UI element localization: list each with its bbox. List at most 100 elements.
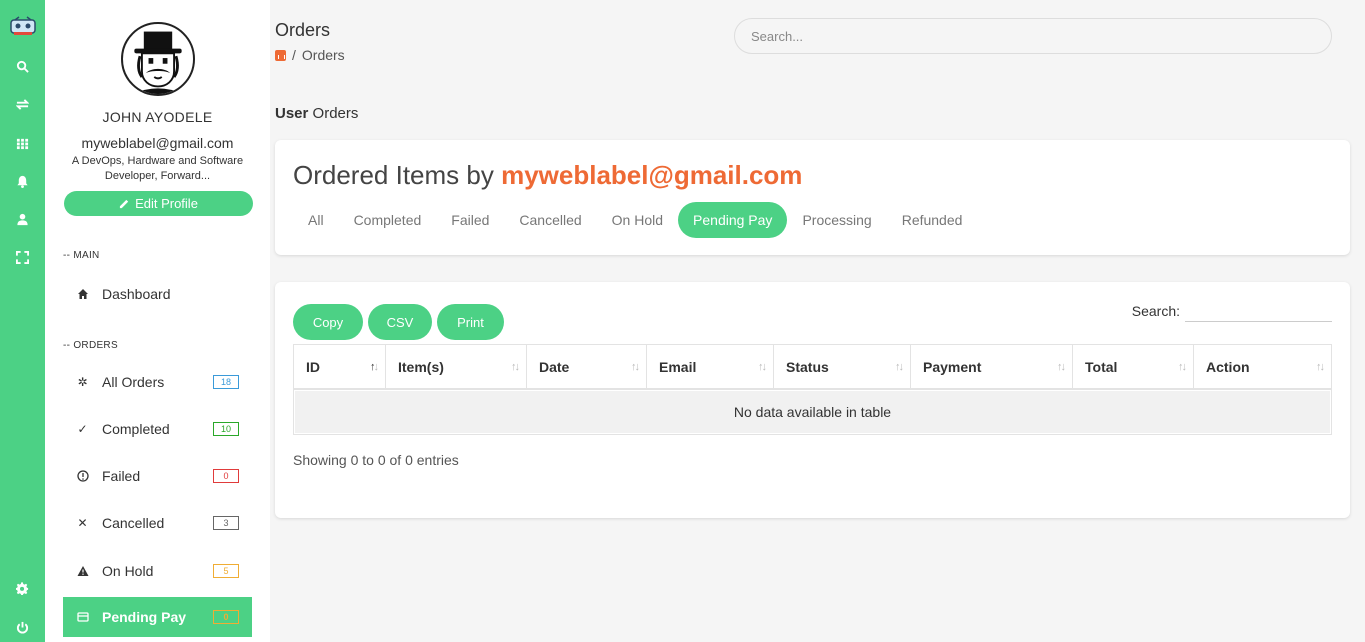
- column-header-status[interactable]: Status ↑↓: [774, 345, 911, 390]
- column-header-total[interactable]: Total ↑↓: [1073, 345, 1194, 390]
- sidebar-item-cancelled[interactable]: ✕ Cancelled 3: [63, 503, 252, 543]
- section-heading: User Orders: [275, 105, 358, 122]
- sidebar-item-label: Completed: [102, 421, 170, 437]
- print-button[interactable]: Print: [437, 304, 504, 340]
- card-icon: [63, 611, 102, 623]
- warning-icon: [63, 565, 102, 577]
- page-title: Orders: [275, 20, 331, 40]
- column-header-action[interactable]: Action ↑↓: [1194, 345, 1331, 390]
- sidebar-item-label: Failed: [102, 468, 141, 484]
- sidebar-item-label: All Orders: [102, 374, 165, 390]
- tab-failed[interactable]: Failed: [436, 202, 504, 238]
- edit-profile-button[interactable]: Edit Profile: [64, 191, 253, 216]
- column-header-payment[interactable]: Payment ↑↓: [911, 345, 1073, 390]
- sidebar-item-failed[interactable]: Failed 0: [63, 456, 252, 496]
- fullscreen-icon[interactable]: [0, 247, 45, 267]
- table-search-label: Search:: [1131, 303, 1180, 319]
- sidebar-item-pending-pay[interactable]: Pending Pay 0: [63, 597, 252, 637]
- sidebar-item-all-orders[interactable]: ✲ All Orders 18: [63, 362, 252, 402]
- section-heading-rest: Orders: [308, 105, 359, 122]
- table-search-input[interactable]: [1185, 300, 1332, 322]
- orders-table: ID ↑↓ Item(s) ↑↓ Date ↑↓ Email ↑↓ Status ↑↓ P…: [293, 344, 1332, 435]
- sort-icon: ↑↓: [1316, 361, 1325, 373]
- alert-circle-icon: [63, 470, 102, 482]
- breadcrumb-current: Orders: [301, 47, 345, 63]
- export-buttons: Copy CSV Print: [293, 304, 504, 340]
- pencil-icon: [119, 198, 130, 209]
- column-header-id[interactable]: ID ↑↓: [294, 345, 386, 390]
- bell-icon[interactable]: [0, 171, 45, 191]
- section-heading-bold: User: [275, 105, 309, 122]
- card-title-email: myweblabel@gmail.com: [501, 160, 803, 190]
- sort-icon: ↑↓: [1057, 361, 1066, 373]
- status-tabs: All Completed Failed Cancelled On Hold P…: [293, 202, 977, 238]
- tab-all[interactable]: All: [293, 202, 339, 238]
- sort-icon: ↑↓: [631, 361, 640, 373]
- profile-bio: A DevOps, Hardware and Software Develope…: [71, 155, 244, 182]
- sidebar-item-label: On Hold: [102, 563, 154, 579]
- profile-email: myweblabel@gmail.com: [81, 135, 234, 151]
- sort-icon: ↑↓: [895, 361, 904, 373]
- sort-icon: ↑↓: [758, 361, 767, 373]
- chart-icon[interactable]: [275, 49, 286, 61]
- home-icon: [63, 288, 102, 300]
- search-icon[interactable]: [0, 56, 45, 76]
- gear-icon[interactable]: [0, 578, 45, 598]
- sort-icon: ↑↓: [511, 361, 520, 373]
- column-header-date[interactable]: Date ↑↓: [527, 345, 647, 390]
- count-badge: 10: [213, 422, 239, 436]
- tab-processing[interactable]: Processing: [787, 202, 886, 238]
- asterisk-icon: ✲: [77, 375, 88, 389]
- card-title: Ordered Items by myweblabel@gmail.com: [293, 160, 802, 191]
- sort-icon: ↑↓: [1178, 361, 1187, 373]
- breadcrumb-separator: /: [292, 47, 296, 63]
- swap-icon[interactable]: [0, 94, 45, 114]
- sidebar-item-dashboard[interactable]: Dashboard: [63, 274, 252, 314]
- power-icon[interactable]: [0, 617, 45, 637]
- tab-refunded[interactable]: Refunded: [887, 202, 978, 238]
- tab-completed[interactable]: Completed: [339, 202, 437, 238]
- csv-button[interactable]: CSV: [368, 304, 432, 340]
- tab-cancelled[interactable]: Cancelled: [504, 202, 596, 238]
- search-input[interactable]: [734, 18, 1332, 54]
- count-badge: 5: [213, 564, 239, 578]
- empty-table-message: No data available in table: [295, 391, 1330, 433]
- column-header-label: Action: [1206, 358, 1250, 375]
- profile-name: JOHN AYODELE: [102, 109, 213, 125]
- sidebar: JOHN AYODELE myweblabel@gmail.com A DevO…: [45, 0, 270, 642]
- edit-profile-label: Edit Profile: [135, 196, 198, 211]
- breadcrumb: / Orders: [275, 47, 345, 63]
- sort-icon: ↑↓: [370, 361, 379, 373]
- orders-table-card: Copy CSV Print Search: ID ↑↓ Item(s) ↑↓ Da…: [275, 282, 1350, 518]
- section-label-orders: -- ORDERS: [63, 340, 118, 351]
- grid-icon[interactable]: [0, 133, 45, 153]
- sidebar-item-label: Dashboard: [102, 286, 171, 302]
- table-info: Showing 0 to 0 of 0 entries: [293, 452, 459, 468]
- card-title-prefix: Ordered Items by: [293, 160, 502, 190]
- logo-icon[interactable]: [0, 16, 45, 36]
- column-header-label: Status: [786, 358, 829, 375]
- column-header-items[interactable]: Item(s) ↑↓: [386, 345, 527, 390]
- column-header-label: Date: [539, 358, 570, 375]
- count-badge: 3: [213, 516, 239, 530]
- table-search: Search:: [1132, 300, 1332, 322]
- tab-on-hold[interactable]: On Hold: [597, 202, 678, 238]
- sidebar-item-label: Cancelled: [102, 515, 165, 531]
- sidebar-item-label: Pending Pay: [102, 609, 187, 625]
- section-label-main: -- MAIN: [63, 250, 100, 261]
- check-icon: ✓: [77, 422, 88, 436]
- sidebar-item-completed[interactable]: ✓ Completed 10: [63, 409, 252, 449]
- copy-button[interactable]: Copy: [293, 304, 363, 340]
- avatar[interactable]: [121, 22, 195, 96]
- column-header-label: Total: [1085, 358, 1118, 375]
- column-header-email[interactable]: Email ↑↓: [647, 345, 774, 390]
- column-header-label: Item(s): [398, 358, 444, 375]
- user-icon[interactable]: [0, 209, 45, 229]
- count-badge: 18: [213, 375, 239, 389]
- count-badge: 0: [213, 610, 239, 624]
- icon-rail: [0, 0, 45, 642]
- orders-filter-card: Ordered Items by myweblabel@gmail.com Al…: [275, 140, 1350, 255]
- close-icon: ✕: [77, 516, 88, 530]
- tab-pending-pay[interactable]: Pending Pay: [678, 202, 788, 238]
- sidebar-item-on-hold[interactable]: On Hold 5: [63, 551, 252, 591]
